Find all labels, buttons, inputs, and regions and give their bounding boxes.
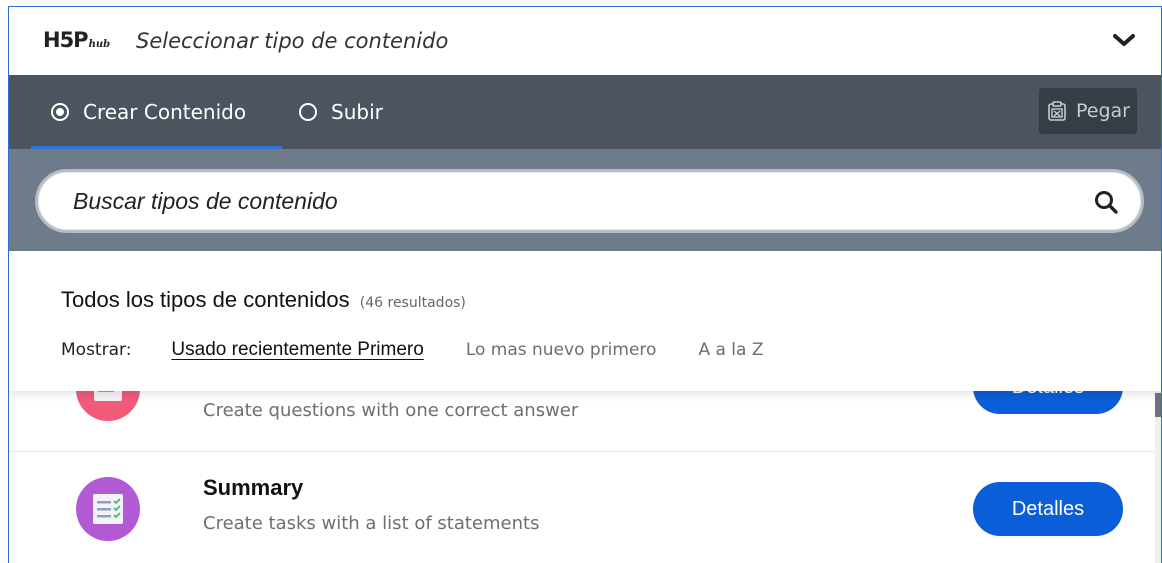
sort-label: Mostrar: [61,340,132,360]
search-input[interactable] [73,185,1073,217]
sort-row: Mostrar: Usado recientemente Primero Lo … [61,339,806,361]
search-area [9,149,1161,251]
logo-sub: hub [88,39,111,50]
list-item[interactable]: Summary Create tasks with a list of stat… [9,452,1159,563]
results-title: Todos los tipos de contenidos (46 result… [61,287,466,313]
paste-label: Pegar [1076,100,1130,122]
content-type-name: Summary [203,475,304,500]
results-header: Todos los tipos de contenidos (46 result… [9,251,1161,391]
logo-text: H5P [43,28,89,52]
summary-icon [76,477,140,541]
tab-bar: Crear Contenido Subir Pegar [9,75,1161,149]
content-type-description: Create questions with one correct answer [203,400,579,421]
tab-label: Subir [331,100,383,124]
results-title-text: Todos los tipos de contenidos [61,287,350,312]
search-icon[interactable] [1093,189,1119,215]
scrollbar[interactable] [1155,391,1161,563]
tab-subir[interactable]: Subir [299,75,383,149]
chevron-down-icon[interactable] [1111,29,1137,51]
h5p-hub-logo: H5P hub [43,29,110,51]
h5p-hub-frame: H5P hub Seleccionar tipo de contenido Cr… [8,6,1162,563]
tab-label: Crear Contenido [83,100,247,124]
clipboard-icon [1048,101,1066,121]
sort-option-recent[interactable]: Usado recientemente Primero [171,339,423,361]
search-box[interactable] [35,169,1144,233]
paste-button[interactable]: Pegar [1039,88,1137,134]
tab-crear-contenido[interactable]: Crear Contenido [31,75,282,149]
sort-option-newest[interactable]: Lo mas nuevo primero [466,340,657,360]
radio-unselected-icon [299,103,317,121]
sort-option-a-z[interactable]: A a la Z [698,340,763,360]
content-type-description: Create tasks with a list of statements [203,513,540,534]
scrollbar-thumb[interactable] [1155,393,1161,417]
hub-title: Seleccionar tipo de contenido [136,29,449,53]
results-count: (46 resultados) [359,295,466,311]
details-button[interactable]: Detalles [973,482,1123,536]
radio-selected-icon [51,103,69,121]
hub-header[interactable]: H5P hub Seleccionar tipo de contenido [9,7,1161,75]
